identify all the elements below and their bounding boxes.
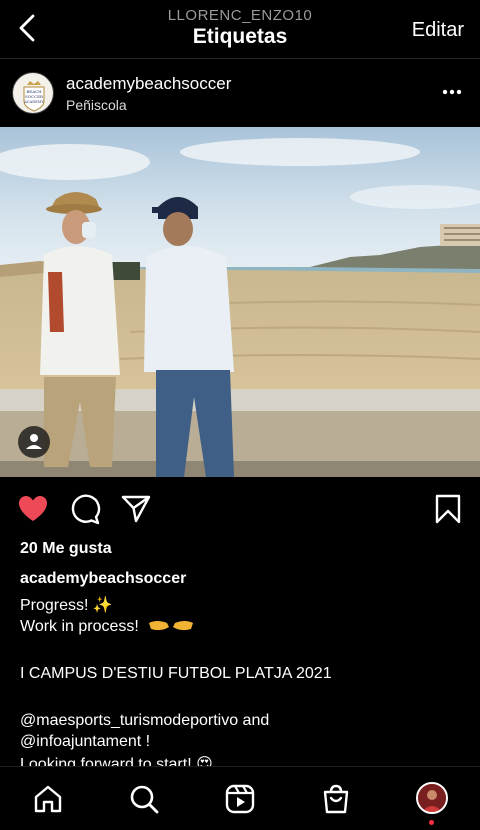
top-header: LLORENC_ENZO10 Etiquetas Editar [0,0,480,58]
shopping-bag-icon[interactable] [320,783,352,815]
post-username[interactable]: academybeachsoccer [66,74,231,94]
post-header: BEACH SOCCER ACADEMY academybeachsoccer … [0,59,480,127]
caption-mention[interactable]: @infoajuntament ! [20,733,150,751]
caption-line-2-row: Work in process! [20,618,195,636]
caption-line: I CAMPUS D'ESTIU FUTBOL PLATJA 2021 [20,665,332,682]
post-actions [0,487,480,531]
bottom-tab-bar [0,766,480,830]
caption-mention[interactable]: @maesports_turismodeportivo and [20,712,269,730]
person-tag-icon [26,434,42,449]
post-location[interactable]: Peñiscola [66,97,127,113]
caption-line: Work in process! [20,618,139,635]
tagged-people-button[interactable] [18,426,50,458]
send-icon[interactable] [120,493,152,525]
profile-tab-avatar[interactable] [416,782,448,814]
fist-bump-emoji-icon [149,621,194,631]
comment-icon[interactable] [69,493,101,525]
likes-count[interactable]: 20 Me gusta [20,540,112,558]
beach-photo [0,127,480,477]
post-photo[interactable] [0,127,480,477]
more-horizontal-icon[interactable] [442,89,462,95]
account-avatar[interactable]: BEACH SOCCER ACADEMY [12,72,54,114]
academy-logo: BEACH SOCCER ACADEMY [23,81,45,112]
svg-text:SOCCER: SOCCER [25,94,44,99]
reels-icon[interactable] [224,783,256,815]
header-username: LLORENC_ENZO10 [167,7,313,24]
caption-line: Progress! ✨ [20,597,113,614]
notification-dot [429,820,434,825]
caption-username[interactable]: academybeachsoccer [20,570,186,588]
home-icon[interactable] [32,783,64,815]
svg-text:ACADEMY: ACADEMY [23,100,44,104]
search-icon[interactable] [128,783,160,815]
bookmark-icon[interactable] [432,493,464,525]
page-title: Etiquetas [192,25,288,48]
heart-icon[interactable] [17,493,49,525]
edit-button[interactable]: Editar [412,19,464,42]
profile-photo [418,784,446,812]
